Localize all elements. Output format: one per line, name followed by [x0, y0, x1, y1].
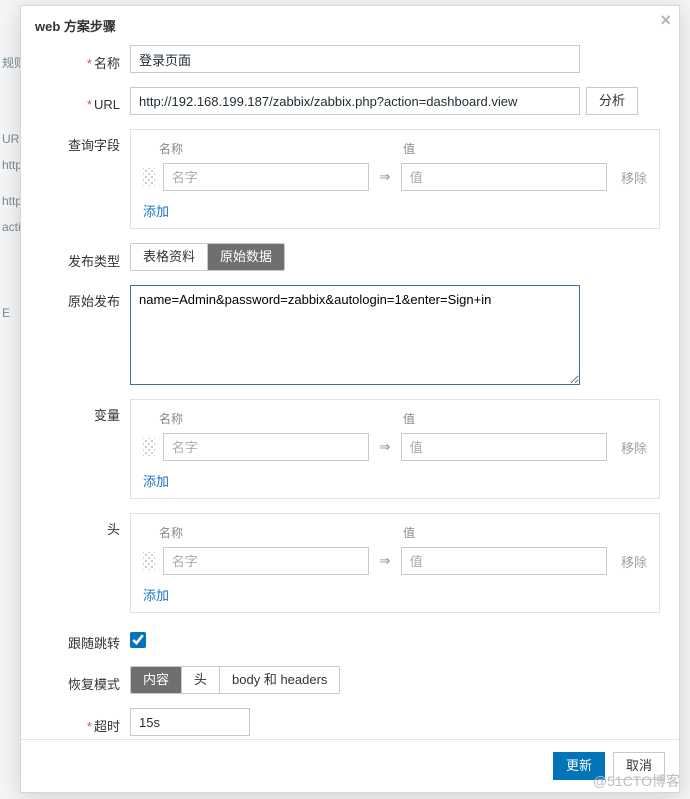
vars-value-input[interactable]	[401, 433, 607, 461]
post-type-raw[interactable]: 原始数据	[208, 244, 284, 270]
vars-label: 变量	[35, 399, 130, 424]
name-input[interactable]	[130, 45, 580, 73]
web-step-modal: web 方案步骤 × *名称 *URL 分析 查询字段 名称	[20, 5, 680, 793]
retrieve-mode-toggle: 内容 头 body 和 headers	[130, 666, 340, 694]
follow-checkbox[interactable]	[130, 632, 146, 648]
query-row: ⇒ 移除	[143, 163, 647, 191]
url-input[interactable]	[130, 87, 580, 115]
headers-value-input[interactable]	[401, 547, 607, 575]
retrieve-head[interactable]: 头	[182, 667, 220, 693]
follow-label: 跟随跳转	[35, 627, 130, 652]
query-value-input[interactable]	[401, 163, 607, 191]
modal-footer: 更新 取消	[21, 739, 679, 792]
query-col-value: 值	[403, 140, 647, 157]
update-button[interactable]: 更新	[553, 752, 605, 780]
arrow-icon: ⇒	[377, 553, 393, 569]
raw-post-label: 原始发布	[35, 285, 130, 310]
post-type-label: 发布类型	[35, 245, 130, 270]
query-remove-link[interactable]: 移除	[621, 168, 647, 187]
modal-title: web 方案步骤	[35, 19, 116, 34]
arrow-icon: ⇒	[377, 169, 393, 185]
vars-row: ⇒ 移除	[143, 433, 647, 461]
arrow-icon: ⇒	[377, 439, 393, 455]
headers-add-link[interactable]: 添加	[143, 585, 169, 604]
retrieve-body-headers[interactable]: body 和 headers	[220, 667, 339, 693]
post-type-form[interactable]: 表格资料	[131, 244, 208, 270]
headers-name-input[interactable]	[163, 547, 369, 575]
post-type-toggle: 表格资料 原始数据	[130, 243, 285, 271]
drag-handle-icon[interactable]	[143, 168, 155, 186]
query-label: 查询字段	[35, 129, 130, 154]
query-fields-box: 名称 值 ⇒ 移除 添加	[130, 129, 660, 229]
close-icon[interactable]: ×	[660, 10, 671, 31]
headers-remove-link[interactable]: 移除	[621, 552, 647, 571]
headers-box: 名称 值 ⇒ 移除 添加	[130, 513, 660, 613]
vars-name-input[interactable]	[163, 433, 369, 461]
cancel-button[interactable]: 取消	[613, 752, 665, 780]
retrieve-label: 恢复模式	[35, 668, 130, 693]
modal-header: web 方案步骤 ×	[21, 6, 679, 45]
drag-handle-icon[interactable]	[143, 438, 155, 456]
vars-remove-link[interactable]: 移除	[621, 438, 647, 457]
timeout-label: *超时	[35, 710, 130, 735]
drag-handle-icon[interactable]	[143, 552, 155, 570]
query-add-link[interactable]: 添加	[143, 201, 169, 220]
analyze-button[interactable]: 分析	[586, 87, 638, 115]
name-label: *名称	[35, 47, 130, 72]
headers-label: 头	[35, 513, 130, 538]
retrieve-content[interactable]: 内容	[131, 667, 182, 693]
query-name-input[interactable]	[163, 163, 369, 191]
modal-body: *名称 *URL 分析 查询字段 名称 值	[21, 45, 679, 739]
vars-box: 名称 值 ⇒ 移除 添加	[130, 399, 660, 499]
raw-post-textarea[interactable]: name=Admin&password=zabbix&autologin=1&e…	[130, 285, 580, 385]
timeout-input[interactable]	[130, 708, 250, 736]
query-col-name: 名称	[159, 140, 379, 157]
headers-row: ⇒ 移除	[143, 547, 647, 575]
vars-add-link[interactable]: 添加	[143, 471, 169, 490]
url-label: *URL	[35, 91, 130, 112]
